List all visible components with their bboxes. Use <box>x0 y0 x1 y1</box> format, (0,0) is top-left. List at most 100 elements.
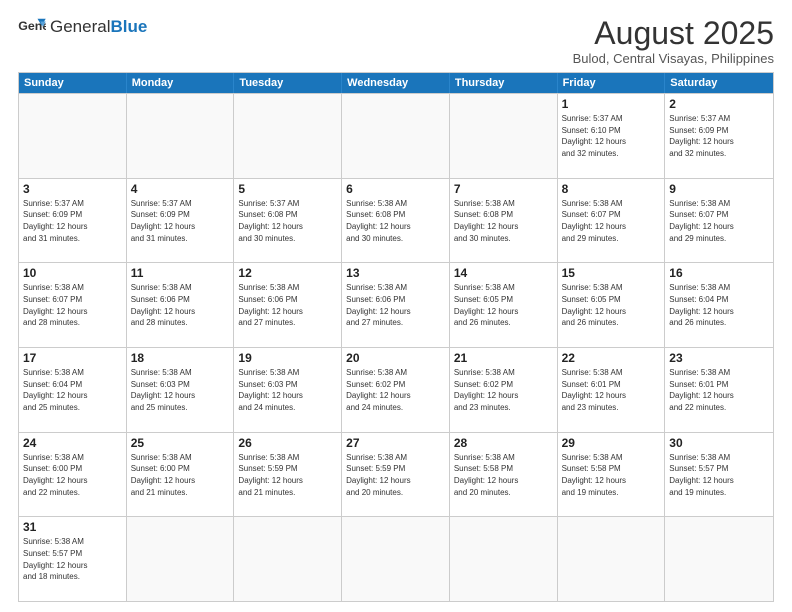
day-info: Sunrise: 5:38 AM Sunset: 6:03 PM Dayligh… <box>238 367 337 413</box>
cal-cell-r5-c4 <box>450 517 558 601</box>
day-info: Sunrise: 5:37 AM Sunset: 6:08 PM Dayligh… <box>238 198 337 244</box>
day-number: 29 <box>562 436 661 450</box>
cal-cell-r4-c3: 27Sunrise: 5:38 AM Sunset: 5:59 PM Dayli… <box>342 433 450 517</box>
cal-cell-r0-c6: 2 Sunrise: 5:37 AM Sunset: 6:09 PM Daylig… <box>665 94 773 178</box>
cal-cell-r1-c5: 8 Sunrise: 5:38 AM Sunset: 6:07 PM Daylig… <box>558 179 666 263</box>
day-info: Sunrise: 5:38 AM Sunset: 6:08 PM Dayligh… <box>346 198 445 244</box>
day-number: 30 <box>669 436 769 450</box>
calendar-body: 1 Sunrise: 5:37 AM Sunset: 6:10 PM Daylig… <box>19 93 773 601</box>
day-info: Sunrise: 5:38 AM Sunset: 6:06 PM Dayligh… <box>238 282 337 328</box>
day-info: Sunrise: 5:38 AM Sunset: 6:01 PM Dayligh… <box>669 367 769 413</box>
day-number: 18 <box>131 351 230 365</box>
cal-cell-r1-c0: 3Sunrise: 5:37 AM Sunset: 6:09 PM Daylig… <box>19 179 127 263</box>
cal-cell-r4-c0: 24 Sunrise: 5:38 AM Sunset: 6:00 PM Dayli… <box>19 433 127 517</box>
day-number: 12 <box>238 266 337 280</box>
day-number: 22 <box>562 351 661 365</box>
day-number: 5 <box>238 182 337 196</box>
day-number: 3 <box>23 182 122 196</box>
header-monday: Monday <box>127 73 235 93</box>
day-info: Sunrise: 5:38 AM Sunset: 6:03 PM Dayligh… <box>131 367 230 413</box>
day-number: 25 <box>131 436 230 450</box>
cal-cell-r2-c0: 10 Sunrise: 5:38 AM Sunset: 6:07 PM Dayli… <box>19 263 127 347</box>
cal-cell-r3-c1: 18 Sunrise: 5:38 AM Sunset: 6:03 PM Dayli… <box>127 348 235 432</box>
calendar-header: Sunday Monday Tuesday Wednesday Thursday… <box>19 73 773 93</box>
cal-cell-r4-c6: 30 Sunrise: 5:38 AM Sunset: 5:57 PM Dayli… <box>665 433 773 517</box>
header-wednesday: Wednesday <box>342 73 450 93</box>
day-info: Sunrise: 5:38 AM Sunset: 5:57 PM Dayligh… <box>669 452 769 498</box>
logo-icon: General <box>18 16 46 38</box>
day-number: 14 <box>454 266 553 280</box>
day-number: 10 <box>23 266 122 280</box>
cal-cell-r3-c3: 20 Sunrise: 5:38 AM Sunset: 6:02 PM Dayli… <box>342 348 450 432</box>
cal-cell-r2-c2: 12 Sunrise: 5:38 AM Sunset: 6:06 PM Dayli… <box>234 263 342 347</box>
day-number: 9 <box>669 182 769 196</box>
cal-cell-r0-c5: 1 Sunrise: 5:37 AM Sunset: 6:10 PM Daylig… <box>558 94 666 178</box>
cal-cell-r4-c1: 25 Sunrise: 5:38 AM Sunset: 6:00 PM Dayli… <box>127 433 235 517</box>
cal-cell-r2-c1: 11 Sunrise: 5:38 AM Sunset: 6:06 PM Dayli… <box>127 263 235 347</box>
day-number: 8 <box>562 182 661 196</box>
cal-row-3: 17 Sunrise: 5:38 AM Sunset: 6:04 PM Dayli… <box>19 347 773 432</box>
day-number: 19 <box>238 351 337 365</box>
day-info: Sunrise: 5:37 AM Sunset: 6:10 PM Dayligh… <box>562 113 661 159</box>
day-info: Sunrise: 5:38 AM Sunset: 6:07 PM Dayligh… <box>23 282 122 328</box>
day-info: Sunrise: 5:38 AM Sunset: 5:59 PM Dayligh… <box>346 452 445 498</box>
header-sunday: Sunday <box>19 73 127 93</box>
day-number: 11 <box>131 266 230 280</box>
day-info: Sunrise: 5:38 AM Sunset: 6:06 PM Dayligh… <box>346 282 445 328</box>
calendar: Sunday Monday Tuesday Wednesday Thursday… <box>18 72 774 602</box>
cal-cell-r3-c5: 22Sunrise: 5:38 AM Sunset: 6:01 PM Dayli… <box>558 348 666 432</box>
day-info: Sunrise: 5:38 AM Sunset: 6:02 PM Dayligh… <box>346 367 445 413</box>
day-info: Sunrise: 5:38 AM Sunset: 6:07 PM Dayligh… <box>562 198 661 244</box>
cal-cell-r3-c0: 17 Sunrise: 5:38 AM Sunset: 6:04 PM Dayli… <box>19 348 127 432</box>
cal-cell-r2-c4: 14Sunrise: 5:38 AM Sunset: 6:05 PM Dayli… <box>450 263 558 347</box>
day-info: Sunrise: 5:38 AM Sunset: 6:04 PM Dayligh… <box>669 282 769 328</box>
cal-cell-r5-c6 <box>665 517 773 601</box>
day-info: Sunrise: 5:37 AM Sunset: 6:09 PM Dayligh… <box>131 198 230 244</box>
cal-cell-r3-c6: 23 Sunrise: 5:38 AM Sunset: 6:01 PM Dayli… <box>665 348 773 432</box>
month-title: August 2025 <box>573 16 774 51</box>
page: General GeneralBlue August 2025 Bulod, C… <box>0 0 792 612</box>
cal-row-5: 31 Sunrise: 5:38 AM Sunset: 5:57 PM Dayli… <box>19 516 773 601</box>
cal-cell-r4-c4: 28Sunrise: 5:38 AM Sunset: 5:58 PM Dayli… <box>450 433 558 517</box>
header-thursday: Thursday <box>450 73 558 93</box>
day-info: Sunrise: 5:38 AM Sunset: 6:00 PM Dayligh… <box>23 452 122 498</box>
day-number: 23 <box>669 351 769 365</box>
cal-cell-r5-c3 <box>342 517 450 601</box>
day-info: Sunrise: 5:38 AM Sunset: 6:05 PM Dayligh… <box>562 282 661 328</box>
cal-cell-r5-c0: 31 Sunrise: 5:38 AM Sunset: 5:57 PM Dayli… <box>19 517 127 601</box>
day-number: 7 <box>454 182 553 196</box>
cal-row-2: 10 Sunrise: 5:38 AM Sunset: 6:07 PM Dayli… <box>19 262 773 347</box>
cal-cell-r1-c3: 6Sunrise: 5:38 AM Sunset: 6:08 PM Daylig… <box>342 179 450 263</box>
logo-blue: Blue <box>110 17 147 36</box>
day-number: 20 <box>346 351 445 365</box>
day-info: Sunrise: 5:38 AM Sunset: 5:57 PM Dayligh… <box>23 536 122 582</box>
day-info: Sunrise: 5:38 AM Sunset: 6:04 PM Dayligh… <box>23 367 122 413</box>
logo: General GeneralBlue <box>18 16 147 38</box>
cal-cell-r5-c5 <box>558 517 666 601</box>
day-info: Sunrise: 5:38 AM Sunset: 6:02 PM Dayligh… <box>454 367 553 413</box>
day-info: Sunrise: 5:37 AM Sunset: 6:09 PM Dayligh… <box>669 113 769 159</box>
cal-cell-r0-c3 <box>342 94 450 178</box>
header-friday: Friday <box>558 73 666 93</box>
day-info: Sunrise: 5:38 AM Sunset: 5:58 PM Dayligh… <box>562 452 661 498</box>
day-info: Sunrise: 5:38 AM Sunset: 6:00 PM Dayligh… <box>131 452 230 498</box>
day-info: Sunrise: 5:38 AM Sunset: 6:06 PM Dayligh… <box>131 282 230 328</box>
cal-cell-r1-c2: 5 Sunrise: 5:37 AM Sunset: 6:08 PM Daylig… <box>234 179 342 263</box>
cal-cell-r2-c3: 13 Sunrise: 5:38 AM Sunset: 6:06 PM Dayli… <box>342 263 450 347</box>
day-number: 31 <box>23 520 122 534</box>
cal-cell-r1-c6: 9Sunrise: 5:38 AM Sunset: 6:07 PM Daylig… <box>665 179 773 263</box>
cal-cell-r5-c2 <box>234 517 342 601</box>
cal-cell-r4-c2: 26Sunrise: 5:38 AM Sunset: 5:59 PM Dayli… <box>234 433 342 517</box>
day-number: 4 <box>131 182 230 196</box>
day-number: 24 <box>23 436 122 450</box>
day-info: Sunrise: 5:38 AM Sunset: 5:58 PM Dayligh… <box>454 452 553 498</box>
cal-row-1: 3 Sunrise: 5:37 AM Sunset: 6:09 PM Daylig… <box>19 178 773 263</box>
day-number: 17 <box>23 351 122 365</box>
day-number: 1 <box>562 97 661 111</box>
cal-cell-r0-c0 <box>19 94 127 178</box>
cal-cell-r1-c1: 4 Sunrise: 5:37 AM Sunset: 6:09 PM Daylig… <box>127 179 235 263</box>
day-number: 2 <box>669 97 769 111</box>
day-number: 13 <box>346 266 445 280</box>
location-subtitle: Bulod, Central Visayas, Philippines <box>573 51 774 66</box>
logo-general: General <box>50 17 110 36</box>
